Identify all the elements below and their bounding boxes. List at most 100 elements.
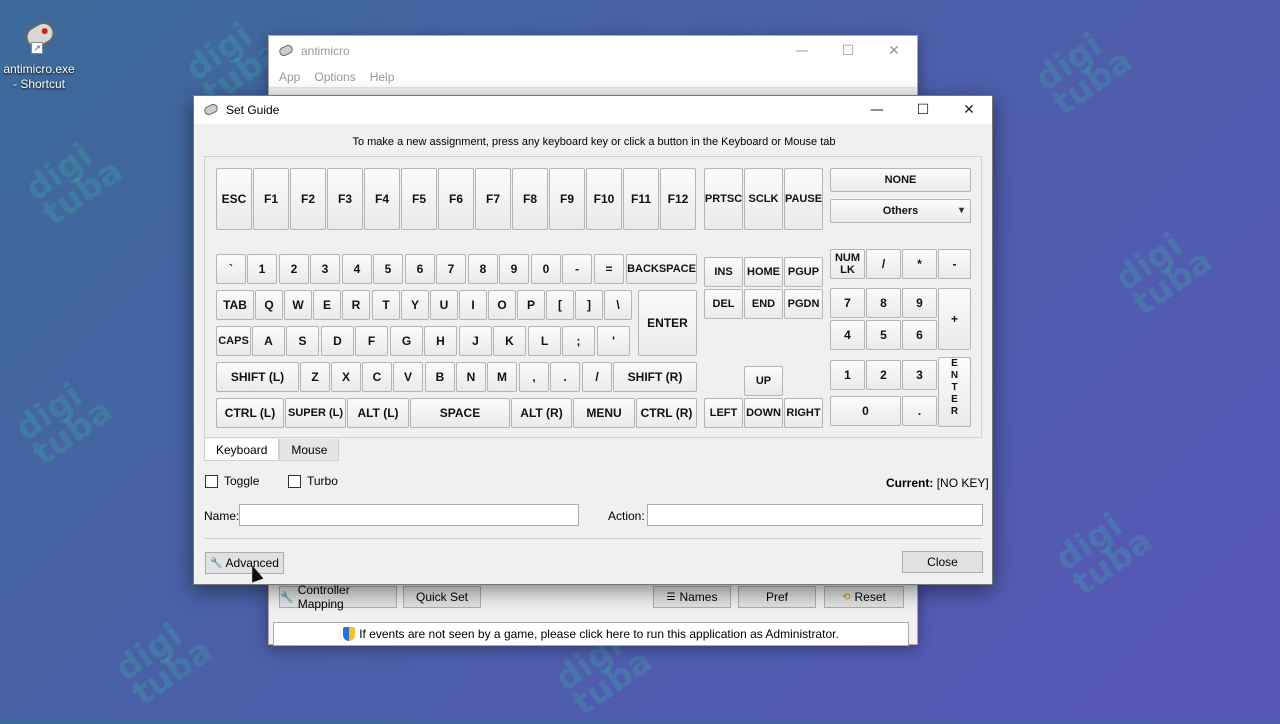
key-minus[interactable]: - bbox=[562, 254, 592, 284]
turbo-checkbox-box[interactable] bbox=[288, 474, 301, 488]
close-window-button[interactable]: ✕ bbox=[946, 96, 992, 124]
key-w[interactable]: W bbox=[284, 290, 312, 320]
key-d[interactable]: D bbox=[321, 326, 354, 356]
key-f2[interactable]: F2 bbox=[290, 168, 326, 230]
key-numpad-3[interactable]: 3 bbox=[902, 360, 937, 390]
key-pause[interactable]: PAUSE bbox=[784, 168, 823, 230]
key-g[interactable]: G bbox=[390, 326, 423, 356]
key-prtsc[interactable]: PRTSC bbox=[704, 168, 743, 230]
key-tab[interactable]: TAB bbox=[216, 290, 254, 320]
key-numpad-dot[interactable]: . bbox=[902, 396, 937, 426]
key-enter[interactable]: ENTER bbox=[638, 290, 697, 356]
key-f4[interactable]: F4 bbox=[364, 168, 400, 230]
quick-set-button[interactable]: Quick Set bbox=[403, 586, 481, 608]
menu-app[interactable]: App bbox=[279, 70, 300, 84]
key-l[interactable]: L bbox=[528, 326, 561, 356]
key-del[interactable]: DEL bbox=[704, 289, 743, 319]
key-numpad-9[interactable]: 9 bbox=[902, 288, 937, 318]
key-f10[interactable]: F10 bbox=[586, 168, 622, 230]
key-super-left[interactable]: SUPER (L) bbox=[285, 398, 346, 428]
maximize-button[interactable]: ☐ bbox=[825, 36, 871, 66]
key-right-bracket[interactable]: ] bbox=[575, 290, 603, 320]
key-r[interactable]: R bbox=[342, 290, 370, 320]
menu-options[interactable]: Options bbox=[314, 70, 355, 84]
key-shift-left[interactable]: SHIFT (L) bbox=[216, 362, 299, 392]
key-f3[interactable]: F3 bbox=[327, 168, 363, 230]
key-slash[interactable]: / bbox=[582, 362, 612, 392]
key-7[interactable]: 7 bbox=[436, 254, 466, 284]
key-left-bracket[interactable]: [ bbox=[546, 290, 574, 320]
key-ins[interactable]: INS bbox=[704, 257, 743, 287]
key-i[interactable]: I bbox=[459, 290, 487, 320]
key-y[interactable]: Y bbox=[401, 290, 429, 320]
key-f6[interactable]: F6 bbox=[438, 168, 474, 230]
key-f1[interactable]: F1 bbox=[253, 168, 289, 230]
key-9[interactable]: 9 bbox=[499, 254, 529, 284]
key-o[interactable]: O bbox=[488, 290, 516, 320]
key-period[interactable]: . bbox=[550, 362, 580, 392]
key-numpad-1[interactable]: 1 bbox=[830, 360, 865, 390]
key-j[interactable]: J bbox=[459, 326, 492, 356]
pref-button[interactable]: Pref bbox=[738, 586, 816, 608]
key-equals[interactable]: = bbox=[594, 254, 624, 284]
key-numpad-multiply[interactable]: * bbox=[902, 249, 937, 279]
key-menu[interactable]: MENU bbox=[573, 398, 635, 428]
key-f8[interactable]: F8 bbox=[512, 168, 548, 230]
key-f[interactable]: F bbox=[355, 326, 388, 356]
none-button[interactable]: NONE bbox=[830, 168, 971, 192]
maximize-button[interactable]: ☐ bbox=[900, 96, 946, 124]
name-field[interactable] bbox=[239, 504, 579, 526]
key-numpad-2[interactable]: 2 bbox=[866, 360, 901, 390]
key-end[interactable]: END bbox=[744, 289, 783, 319]
key-a[interactable]: A bbox=[252, 326, 285, 356]
key-backtick[interactable]: ` bbox=[216, 254, 246, 284]
reset-button[interactable]: ⟲ Reset bbox=[824, 586, 904, 608]
tab-mouse[interactable]: Mouse bbox=[279, 439, 340, 461]
key-s[interactable]: S bbox=[286, 326, 319, 356]
key-0[interactable]: 0 bbox=[531, 254, 561, 284]
key-right[interactable]: RIGHT bbox=[784, 398, 823, 428]
key-m[interactable]: M bbox=[487, 362, 517, 392]
key-comma[interactable]: , bbox=[519, 362, 549, 392]
key-p[interactable]: P bbox=[517, 290, 545, 320]
key-8[interactable]: 8 bbox=[468, 254, 498, 284]
turbo-checkbox[interactable]: Turbo bbox=[288, 474, 338, 488]
key-left[interactable]: LEFT bbox=[704, 398, 743, 428]
key-alt-right[interactable]: ALT (R) bbox=[511, 398, 572, 428]
key-sclk[interactable]: SCLK bbox=[744, 168, 783, 230]
controller-mapping-button[interactable]: 🔧 Controller Mapping bbox=[279, 583, 397, 611]
key-3[interactable]: 3 bbox=[310, 254, 340, 284]
key-semicolon[interactable]: ; bbox=[562, 326, 595, 356]
close-window-button[interactable]: ✕ bbox=[871, 36, 917, 66]
advanced-button[interactable]: 🔧 Advanced bbox=[205, 552, 284, 574]
key-pgup[interactable]: PGUP bbox=[784, 257, 823, 287]
key-e[interactable]: E bbox=[313, 290, 341, 320]
key-numpad-enter[interactable]: E N T E R bbox=[938, 357, 971, 427]
key-k[interactable]: K bbox=[493, 326, 526, 356]
key-6[interactable]: 6 bbox=[405, 254, 435, 284]
key-numpad-4[interactable]: 4 bbox=[830, 320, 865, 350]
key-esc[interactable]: ESC bbox=[216, 168, 252, 230]
key-pgdn[interactable]: PGDN bbox=[784, 289, 823, 319]
key-c[interactable]: C bbox=[362, 362, 392, 392]
key-b[interactable]: B bbox=[425, 362, 455, 392]
key-backslash[interactable]: \ bbox=[604, 290, 632, 320]
key-caps[interactable]: CAPS bbox=[216, 326, 251, 356]
key-up[interactable]: UP bbox=[744, 366, 783, 396]
key-down[interactable]: DOWN bbox=[744, 398, 783, 428]
key-1[interactable]: 1 bbox=[247, 254, 277, 284]
key-home[interactable]: HOME bbox=[744, 257, 783, 287]
key-v[interactable]: V bbox=[393, 362, 423, 392]
close-button[interactable]: Close bbox=[902, 551, 983, 573]
run-as-admin-notice[interactable]: If events are not seen by a game, please… bbox=[273, 622, 909, 646]
key-ctrl-left[interactable]: CTRL (L) bbox=[216, 398, 284, 428]
others-dropdown[interactable]: Others bbox=[830, 199, 971, 223]
key-numlock[interactable]: NUM LK bbox=[830, 249, 865, 279]
key-backspace[interactable]: BACKSPACE bbox=[626, 254, 697, 284]
names-button[interactable]: ☰ Names bbox=[653, 586, 731, 608]
key-numpad-0[interactable]: 0 bbox=[830, 396, 901, 426]
key-shift-right[interactable]: SHIFT (R) bbox=[613, 362, 697, 392]
key-numpad-6[interactable]: 6 bbox=[902, 320, 937, 350]
key-space[interactable]: SPACE bbox=[410, 398, 510, 428]
desktop-shortcut-antimicro[interactable]: ↗ antimicro.exe - Shortcut bbox=[0, 17, 78, 92]
